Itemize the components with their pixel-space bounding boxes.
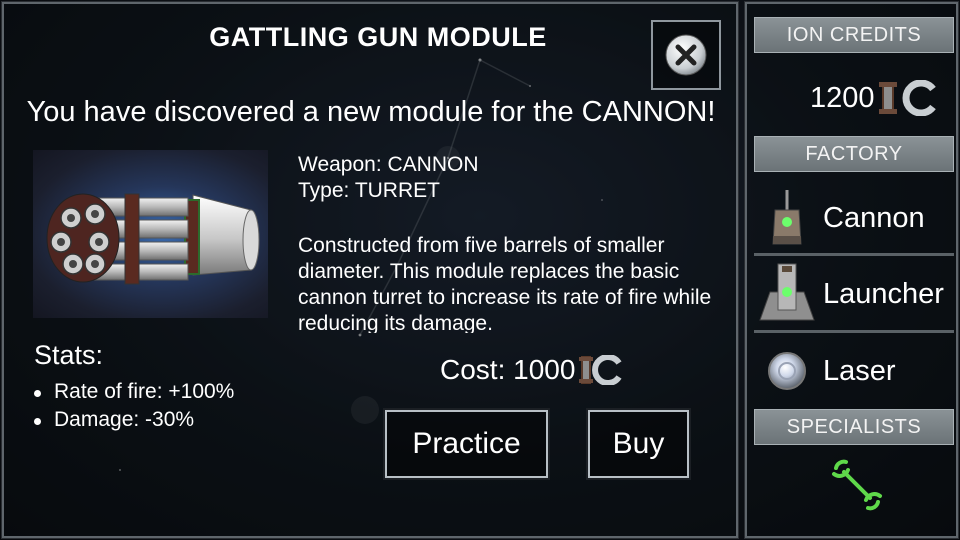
factory-item-launcher[interactable]: Launcher <box>754 257 954 331</box>
cost-label: Cost: 1000 <box>440 354 576 385</box>
ion-credits-balance: 1200 <box>810 80 937 116</box>
specialists-header: SPECIALISTS <box>754 409 954 445</box>
factory-item-laser[interactable]: Laser <box>754 334 954 408</box>
practice-button[interactable]: Practice <box>383 408 550 480</box>
module-info: Weapon: CANNON Type: TURRET <box>298 152 718 204</box>
close-x-icon <box>665 34 707 76</box>
factory-header: FACTORY <box>754 136 954 172</box>
ion-credits-icon <box>878 80 936 116</box>
factory-item-label: Cannon <box>823 201 925 234</box>
wrench-icon <box>832 459 882 511</box>
gatling-gun-module-image <box>33 150 268 318</box>
laser-orb-icon <box>754 351 820 391</box>
weapon-line: Weapon: CANNON <box>298 153 479 176</box>
dialog-title: GATTLING GUN MODULE <box>209 22 547 52</box>
practice-button-label: Practice <box>412 427 521 460</box>
factory-item-label: Laser <box>823 354 896 387</box>
specialist-wrench-button[interactable] <box>830 458 884 517</box>
divider <box>754 253 954 256</box>
factory-item-cannon[interactable]: Cannon <box>754 181 954 255</box>
stat-rate-of-fire: Rate of fire: +100% <box>32 378 234 406</box>
divider <box>754 330 954 333</box>
stats-list: Rate of fire: +100% Damage: -30% <box>32 378 234 434</box>
discovery-message: You have discovered a new module for the… <box>26 96 716 128</box>
buy-button[interactable]: Buy <box>586 408 691 480</box>
close-button[interactable] <box>651 20 721 90</box>
buy-button-label: Buy <box>612 427 665 460</box>
credits-value: 1200 <box>810 81 875 114</box>
cannon-turret-icon <box>754 188 820 248</box>
stats-title: Stats: <box>34 340 104 370</box>
factory-item-label: Launcher <box>823 277 944 310</box>
module-cost: Cost: 1000 <box>440 354 623 386</box>
type-line: Type: TURRET <box>298 179 440 202</box>
module-description[interactable]: Constructed from five barrels of smaller… <box>298 233 718 333</box>
ion-credits-icon <box>579 355 622 385</box>
ion-credits-header: ION CREDITS <box>754 17 954 53</box>
launcher-turret-icon <box>754 262 820 326</box>
stat-damage: Damage: -30% <box>32 406 234 434</box>
description-text: Constructed from five barrels of smaller… <box>298 234 712 333</box>
